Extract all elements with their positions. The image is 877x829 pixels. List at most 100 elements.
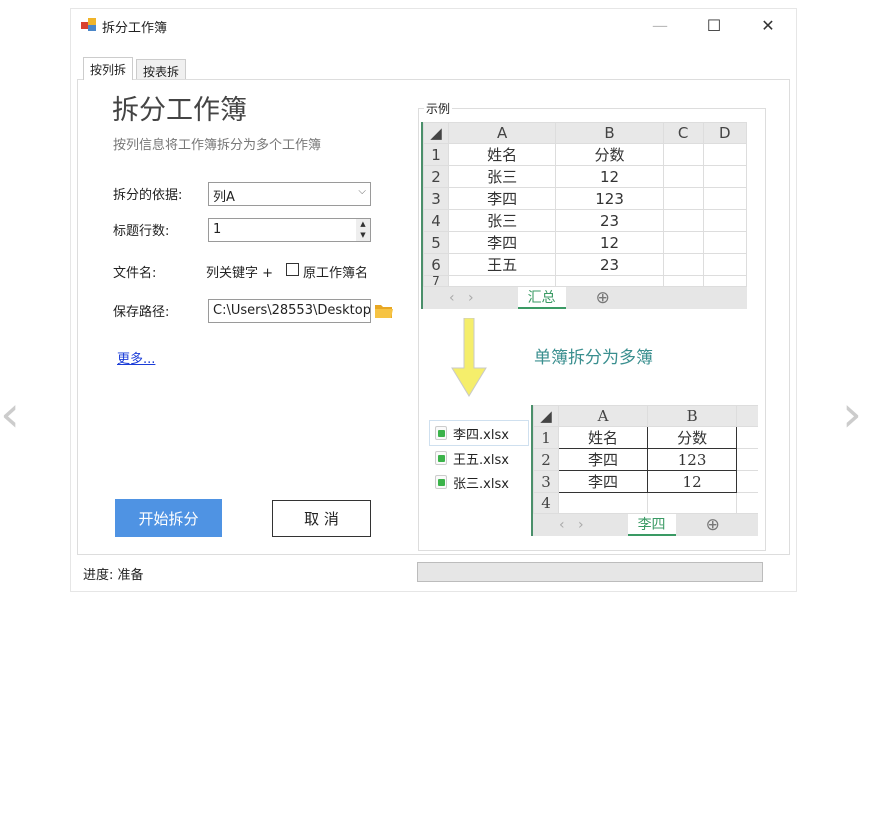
split-by-value: 列A: [213, 190, 235, 205]
cell: 姓名: [557, 426, 649, 449]
cell: 12: [555, 231, 664, 254]
row-number: 4: [423, 209, 449, 232]
row-number: 7: [423, 275, 449, 287]
add-sheet-icon: ⊕: [705, 515, 720, 535]
row-number: 6: [423, 253, 449, 276]
cell: 李四: [447, 231, 557, 254]
table-row: 2 张三 12: [423, 165, 747, 188]
top-sheet: ◢ A B C D 1 姓名 分数 2 张三 12 3 李四 123 4 张三 23 5 李四 12 6 王五…: [421, 122, 747, 309]
arrow-down-icon: [451, 318, 487, 397]
cell: 123: [647, 448, 738, 471]
header-rows-value: 1: [213, 222, 222, 237]
file-list: 李四.xlsx: [429, 420, 529, 446]
minimize-button[interactable]: —: [637, 10, 683, 40]
corner-cell: ◢: [533, 405, 559, 427]
corner-cell: ◢: [423, 122, 449, 144]
table-row: 4 张三 23: [423, 209, 747, 232]
bottom-sheet: ◢ABC 1姓名分数 2李四123 3李四12 4 ‹ ›李四⊕: [531, 405, 758, 536]
more-link[interactable]: 更多...: [117, 348, 155, 367]
cell: 12: [647, 470, 738, 493]
status-text: 进度: 准备: [83, 564, 144, 583]
cell: 123: [555, 187, 664, 210]
keep-name-label: 原工作簿名: [303, 266, 369, 281]
file-item: 张三.xlsx: [435, 470, 509, 494]
col-header: C: [736, 405, 758, 427]
cell: 张三: [447, 209, 557, 232]
row-number: 2: [533, 448, 559, 471]
excel-file-icon: [435, 451, 447, 465]
cell: 李四: [557, 470, 649, 493]
save-path-label: 保存路径:: [113, 305, 170, 320]
cell: 姓名: [447, 143, 557, 166]
sheet-tab: 汇总: [517, 287, 566, 309]
col-header: C: [662, 122, 704, 144]
cell: 分数: [647, 426, 738, 449]
cell: 23: [555, 209, 664, 232]
table-row: 2 李四 123: [533, 448, 758, 471]
cell: 23: [555, 253, 664, 276]
excel-file-icon: [435, 475, 447, 489]
status-value: 准备: [117, 568, 144, 583]
carousel-next[interactable]: ›: [842, 385, 862, 443]
start-split-button[interactable]: 开始拆分: [115, 499, 222, 537]
keep-name-checkbox[interactable]: [286, 263, 299, 276]
cell: 12: [555, 165, 664, 188]
tab-split-by-sheet[interactable]: 按表拆: [136, 59, 187, 79]
row-number: 1: [423, 143, 449, 166]
spin-buttons[interactable]: ▲ ▼: [356, 219, 370, 241]
file-name: 李四.xlsx: [453, 427, 509, 443]
example-group-label: 示例: [424, 100, 453, 117]
file-item: 李四.xlsx: [430, 421, 528, 445]
table-row: 6 王五 23: [423, 253, 747, 276]
file-item: 王五.xlsx: [435, 446, 509, 470]
example-caption: 单簿拆分为多簿: [534, 348, 653, 368]
sheet-tab: 李四: [627, 514, 676, 536]
page-heading: 拆分工作簿: [112, 95, 247, 126]
sheet-tab-bar: ‹ › 李四 ⊕: [533, 514, 758, 536]
save-path-input[interactable]: C:\Users\28553\Desktop: [208, 299, 371, 323]
maximize-button[interactable]: ☐: [691, 10, 737, 40]
cell: 张三: [447, 165, 557, 188]
status-label: 进度:: [83, 568, 114, 583]
table-row: 1 姓名 分数: [533, 426, 758, 449]
table-row: 4: [533, 492, 758, 514]
table-row: 3 李四 123: [423, 187, 747, 210]
row-number: 4: [533, 492, 559, 514]
table-row: 7: [423, 275, 747, 287]
table-row: 3 李四 12: [533, 470, 758, 493]
file-name: 王五.xlsx: [453, 452, 509, 468]
row-number: 3: [533, 470, 559, 493]
page-subtitle: 按列信息将工作簿拆分为多个工作簿: [113, 138, 322, 153]
header-rows-stepper[interactable]: 1: [208, 218, 371, 242]
col-header: D: [702, 122, 747, 144]
col-header: A: [557, 405, 649, 427]
file-name: 张三.xlsx: [453, 476, 509, 492]
row-number: 1: [533, 426, 559, 449]
filename-label: 文件名:: [113, 266, 157, 281]
cell: 李四: [557, 448, 649, 471]
chevron-down-icon: ⌵: [358, 186, 366, 197]
cancel-button[interactable]: 取 消: [272, 500, 371, 537]
row-number: 2: [423, 165, 449, 188]
cell: 分数: [555, 143, 664, 166]
excel-file-icon: [435, 426, 447, 440]
split-by-label: 拆分的依据:: [113, 188, 183, 203]
col-header: A: [447, 122, 557, 144]
close-button[interactable]: ✕: [745, 10, 791, 40]
row-number: 5: [423, 231, 449, 254]
app-icon: [81, 18, 96, 31]
sheet-tab-bar: ‹ › 汇总 ⊕: [423, 287, 747, 309]
table-row: 5 李四 12: [423, 231, 747, 254]
carousel-prev[interactable]: ‹: [0, 385, 20, 443]
tab-split-by-column[interactable]: 按列拆: [83, 57, 134, 80]
add-sheet-icon: ⊕: [595, 288, 610, 308]
filename-prefix: 列关键字 +: [206, 266, 274, 281]
col-header: B: [647, 405, 738, 427]
cell: 王五: [447, 253, 557, 276]
cell: 李四: [447, 187, 557, 210]
table-row: 1 姓名 分数: [423, 143, 747, 166]
progress-bar: [417, 562, 763, 582]
col-header: B: [555, 122, 664, 144]
split-by-select[interactable]: 列A ⌵: [208, 182, 371, 206]
folder-icon[interactable]: [374, 303, 394, 319]
